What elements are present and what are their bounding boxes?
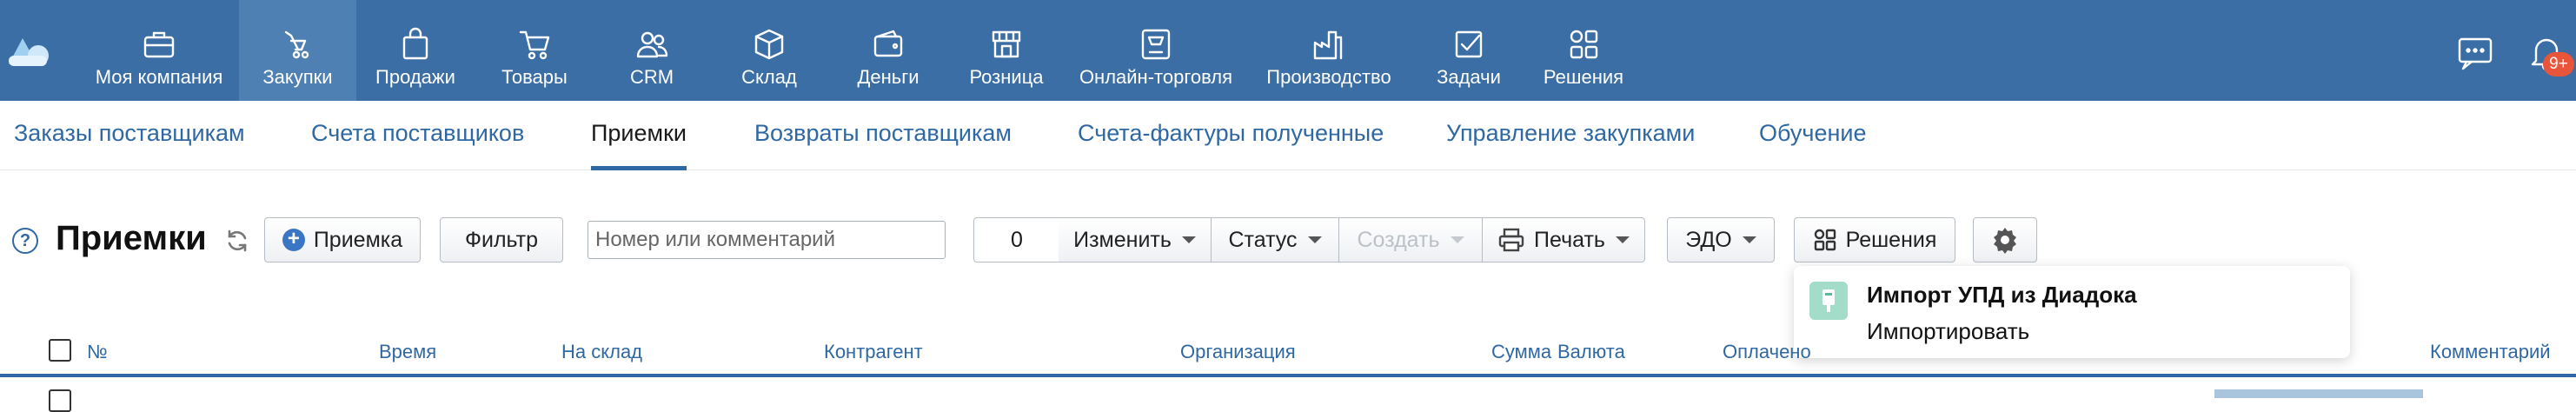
subtab-supplier-returns[interactable]: Возвраты поставщикам	[754, 120, 1012, 147]
filter-label: Фильтр	[465, 227, 538, 252]
edo-button[interactable]: ЭДО	[1667, 217, 1775, 262]
change-label: Изменить	[1073, 227, 1172, 252]
status-label: Статус	[1228, 227, 1298, 252]
nav-item-production[interactable]: Производство	[1257, 0, 1401, 101]
table-header-divider	[0, 374, 2576, 377]
nav-item-label: Товары	[501, 66, 568, 88]
nav-item-label: Закупки	[262, 66, 333, 88]
online-store-icon	[1136, 24, 1176, 64]
chat-icon[interactable]	[2454, 31, 2496, 73]
shopping-cart-icon	[515, 24, 554, 64]
solutions-label: Решения	[1845, 227, 1937, 252]
nav-item-solutions[interactable]: Решения	[1531, 0, 1636, 101]
checkbox-icon	[1449, 24, 1489, 64]
diadoc-app-icon	[1809, 282, 1848, 320]
select-all-checkbox[interactable]	[49, 339, 71, 362]
nav-item-online-trade[interactable]: Онлайн-торговля	[1074, 0, 1238, 101]
column-header-warehouse[interactable]: На склад	[561, 341, 642, 363]
filter-button[interactable]: Фильтр	[440, 217, 563, 262]
new-receipt-label: Приемка	[313, 227, 403, 252]
nav-item-tasks[interactable]: Задачи	[1417, 0, 1521, 101]
users-icon	[632, 24, 672, 64]
column-header-number[interactable]: №	[87, 341, 108, 363]
nav-item-label: Моя компания	[95, 66, 223, 88]
printer-icon	[1498, 228, 1524, 252]
popup-title: Импорт УПД из Диадока	[1867, 282, 2137, 308]
moysklad-logo-icon[interactable]	[5, 30, 54, 70]
chevron-down-icon	[1742, 236, 1756, 243]
solutions-button[interactable]: Решения	[1794, 217, 1955, 262]
subtab-purchase-management[interactable]: Управление закупками	[1446, 120, 1695, 147]
column-header-sum[interactable]: Сумма	[1491, 341, 1551, 363]
nav-item-purchases[interactable]: Закупки	[239, 0, 356, 101]
chevron-down-icon	[1307, 236, 1322, 243]
active-tab-indicator	[591, 166, 687, 170]
nav-item-label: Продажи	[375, 66, 455, 88]
column-header-organization[interactable]: Организация	[1180, 341, 1296, 363]
status-button[interactable]: Статус	[1211, 217, 1339, 262]
nav-item-label: Деньги	[857, 66, 920, 88]
briefcase-icon	[139, 24, 179, 64]
print-button[interactable]: Печать	[1482, 217, 1645, 262]
top-navigation-bar: Моя компания Закупки Продажи Товары CRM …	[0, 0, 2576, 101]
column-header-comment[interactable]: Комментарий	[2430, 341, 2551, 363]
change-button[interactable]: Изменить	[1059, 217, 1212, 262]
search-input[interactable]	[588, 221, 946, 259]
nav-item-crm[interactable]: CRM	[600, 0, 704, 101]
settings-button[interactable]	[1973, 217, 2037, 262]
nav-item-retail[interactable]: Розница	[954, 0, 1059, 101]
grid-icon	[1564, 24, 1603, 64]
nav-item-label: Решения	[1543, 66, 1624, 88]
wallet-icon	[868, 24, 908, 64]
print-label: Печать	[1534, 227, 1605, 252]
column-header-time[interactable]: Время	[379, 341, 436, 363]
nav-item-label: Склад	[741, 66, 797, 88]
nav-item-my-company[interactable]: Моя компания	[87, 0, 231, 101]
cart-hand-icon	[278, 24, 318, 64]
import-action[interactable]: Импортировать	[1867, 318, 2029, 345]
subtab-training[interactable]: Обучение	[1759, 120, 1866, 147]
plus-icon: +	[282, 229, 305, 251]
new-receipt-button[interactable]: + Приемка	[264, 217, 421, 262]
row-status-bar	[2214, 389, 2423, 398]
column-header-counterparty[interactable]: Контрагент	[824, 341, 923, 363]
help-icon[interactable]: ?	[12, 228, 38, 254]
column-header-paid[interactable]: Оплачено	[1723, 341, 1811, 363]
grid-icon	[1814, 229, 1836, 251]
nav-item-label: Розница	[969, 66, 1044, 88]
edo-label: ЭДО	[1685, 227, 1732, 252]
notification-badge: 9+	[2543, 52, 2574, 76]
page-title: Приемки	[56, 219, 207, 257]
solutions-dropdown: Импорт УПД из Диадока Импортировать	[1794, 266, 2350, 358]
nav-item-money[interactable]: Деньги	[836, 0, 940, 101]
store-icon	[986, 24, 1026, 64]
row-checkbox[interactable]	[49, 389, 71, 412]
subtab-supplier-orders[interactable]: Заказы поставщикам	[14, 120, 245, 147]
section-subtabs: Заказы поставщикам Счета поставщиков При…	[0, 101, 2576, 170]
factory-icon	[1309, 24, 1349, 64]
nav-item-label: Производство	[1266, 66, 1391, 88]
selected-count: 0	[973, 217, 1060, 262]
refresh-icon[interactable]	[224, 228, 250, 254]
subtab-supplier-invoices[interactable]: Счета поставщиков	[311, 120, 524, 147]
chevron-down-icon	[1181, 236, 1196, 243]
chevron-down-icon	[1615, 236, 1630, 243]
subtab-receipts[interactable]: Приемки	[591, 120, 687, 147]
subtab-received-invoices[interactable]: Счета-фактуры полученные	[1078, 120, 1384, 147]
nav-item-warehouse[interactable]: Склад	[717, 0, 821, 101]
nav-item-label: CRM	[629, 66, 674, 88]
create-button[interactable]: Создать	[1338, 217, 1483, 262]
chevron-down-icon	[1450, 236, 1464, 243]
box-icon	[749, 24, 789, 64]
nav-item-sales[interactable]: Продажи	[363, 0, 468, 101]
nav-item-label: Задачи	[1437, 66, 1501, 88]
nav-item-label: Онлайн-торговля	[1079, 66, 1233, 88]
shopping-bag-icon	[395, 24, 435, 64]
gear-icon	[1994, 228, 2016, 254]
nav-item-products[interactable]: Товары	[482, 0, 587, 101]
column-header-currency[interactable]: Валюта	[1557, 341, 1625, 363]
create-label: Создать	[1357, 227, 1440, 252]
